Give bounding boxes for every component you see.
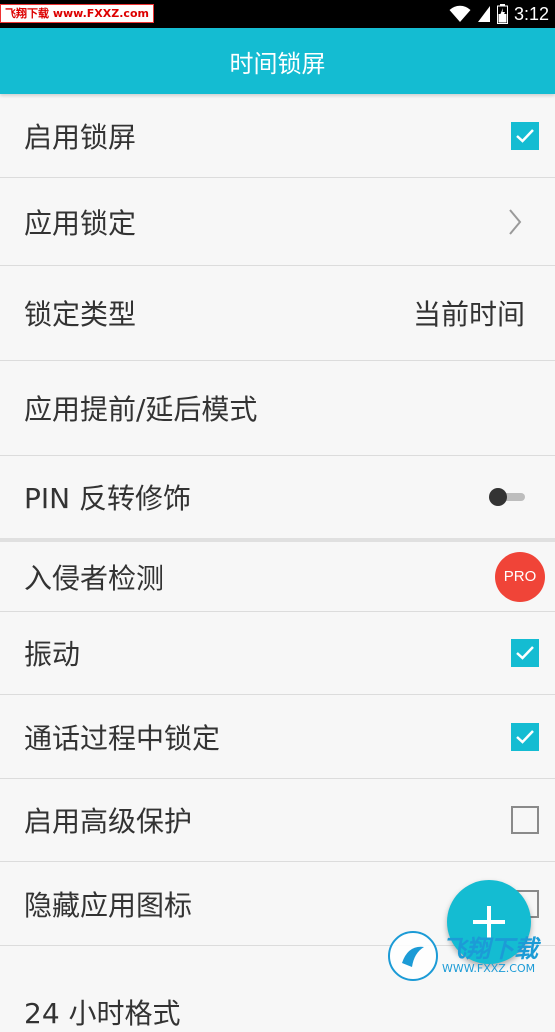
page-title: 时间锁屏 (229, 49, 326, 78)
app-bar: 时间锁屏 (0, 28, 555, 94)
setting-enable-lockscreen[interactable]: 启用锁屏 (0, 94, 555, 178)
chevron-right-icon (509, 208, 522, 235)
setting-label: 应用锁定 (24, 206, 137, 240)
setting-intruder-detection[interactable]: 入侵者检测 PRO (0, 542, 555, 612)
battery-icon (496, 4, 508, 24)
vibrate-checkbox[interactable] (511, 639, 539, 667)
setting-pin-reverse[interactable]: PIN 反转修饰 (0, 456, 555, 538)
watermark-logo-icon (388, 931, 438, 981)
setting-lock-type[interactable]: 锁定类型 当前时间 (0, 266, 555, 361)
signal-icon (477, 6, 490, 22)
status-time: 3:12 (513, 3, 549, 24)
status-icons: 3:12 (449, 0, 549, 28)
watermark-text: 飞翔下载 WWW.FXXZ.COM (442, 936, 538, 976)
setting-label: 振动 (24, 638, 81, 671)
advanced-protection-checkbox[interactable] (511, 806, 539, 834)
check-icon (516, 729, 534, 744)
check-icon (516, 128, 534, 143)
setting-label: PIN 反转修饰 (24, 482, 191, 515)
setting-label: 应用提前/延后模式 (24, 393, 258, 426)
setting-label: 通话过程中锁定 (24, 721, 221, 755)
setting-label: 隐藏应用图标 (24, 888, 193, 922)
watermark-top: 飞翔下载 www.FXXZ.com (0, 4, 154, 23)
watermark-small-text: WWW.FXXZ.COM (442, 962, 536, 975)
setting-label: 启用锁屏 (24, 120, 137, 154)
setting-advance-delay-mode[interactable]: 应用提前/延后模式 (0, 361, 555, 456)
lock-during-call-checkbox[interactable] (511, 722, 539, 751)
watermark-big-text: 飞翔下载 (442, 935, 538, 963)
setting-label: 入侵者检测 (24, 561, 165, 595)
check-icon (516, 646, 534, 660)
setting-lock-during-call[interactable]: 通话过程中锁定 (0, 695, 555, 779)
enable-lockscreen-checkbox[interactable] (511, 121, 539, 150)
watermark-bottom: 飞翔下载 WWW.FXXZ.COM (388, 928, 548, 984)
setting-label: 锁定类型 (24, 298, 137, 331)
setting-advanced-protection[interactable]: 启用高级保护 (0, 779, 555, 862)
wifi-icon (449, 5, 471, 22)
switch-thumb (489, 488, 507, 506)
setting-label: 启用高级保护 (24, 805, 193, 838)
status-bar: 飞翔下载 www.FXXZ.com 3:12 (0, 0, 555, 28)
setting-app-lock[interactable]: 应用锁定 (0, 178, 555, 266)
lock-type-value: 当前时间 (412, 298, 525, 331)
pro-badge[interactable]: PRO (495, 551, 545, 602)
setting-label: 24 小时格式 (24, 997, 181, 1030)
setting-vibrate[interactable]: 振动 (0, 612, 555, 695)
section-divider (0, 538, 555, 542)
pin-reverse-switch[interactable] (489, 487, 525, 507)
